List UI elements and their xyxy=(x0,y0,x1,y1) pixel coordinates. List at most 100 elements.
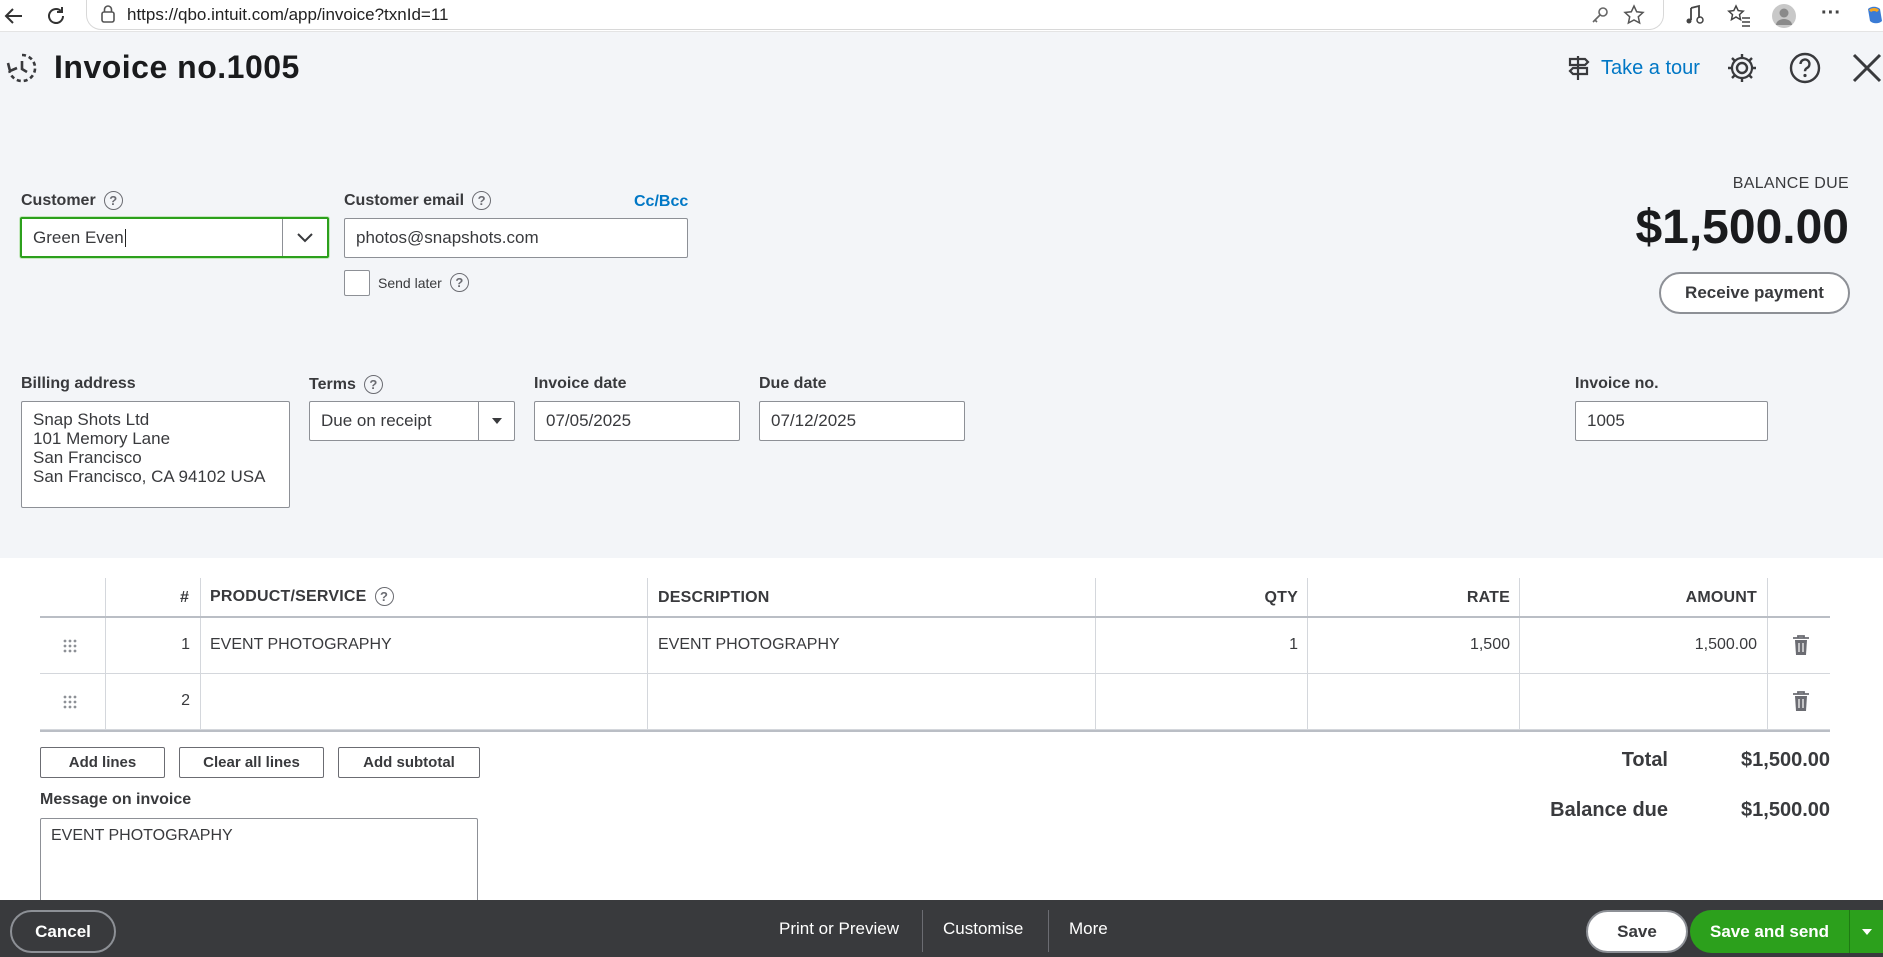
send-later-text: Send later xyxy=(378,274,442,291)
due-date-value[interactable]: 07/12/2025 xyxy=(771,411,856,431)
balance-due-label: BALANCE DUE xyxy=(1732,175,1849,192)
terms-select[interactable]: Due on receipt xyxy=(309,401,515,441)
customer-email-value[interactable]: photos@snapshots.com xyxy=(356,228,539,248)
column-header-rate: RATE xyxy=(1466,589,1510,606)
table-header: # PRODUCT/SERVICE ? DESCRIPTION QTY RATE… xyxy=(40,578,1830,618)
description-cell[interactable]: EVENT PHOTOGRAPHY xyxy=(658,636,840,654)
key-icon[interactable] xyxy=(1589,4,1611,26)
favorites-icon[interactable] xyxy=(1726,3,1752,29)
add-subtotal-button[interactable]: Add subtotal xyxy=(338,747,480,778)
due-date-label: Due date xyxy=(759,375,827,393)
cc-bcc-link[interactable]: Cc/Bcc xyxy=(634,193,688,211)
balance-due-total-value: $1,500.00 xyxy=(1741,799,1830,821)
product-cell[interactable]: EVENT PHOTOGRAPHY xyxy=(210,636,392,654)
reload-icon[interactable] xyxy=(42,2,70,30)
invoice-no-value[interactable]: 1005 xyxy=(1587,411,1625,431)
browser-toolbar: https://qbo.intuit.com/app/invoice?txnId… xyxy=(0,0,1883,32)
drag-handle-icon[interactable] xyxy=(62,694,78,710)
help-icon[interactable]: ? xyxy=(363,375,383,394)
terms-label: Terms ? xyxy=(309,375,383,394)
customer-select[interactable]: Green Even xyxy=(20,217,329,258)
profile-avatar-icon[interactable] xyxy=(1771,3,1797,29)
page-title: Invoice no.1005 xyxy=(54,49,300,85)
add-lines-button[interactable]: Add lines xyxy=(40,747,165,778)
billing-address-field[interactable]: Snap Shots Ltd 101 Memory Lane San Franc… xyxy=(21,401,290,508)
save-button[interactable]: Save xyxy=(1586,910,1688,953)
terms-label-text: Terms xyxy=(309,375,356,393)
customise-button[interactable]: Customise xyxy=(943,900,1023,957)
trash-icon[interactable] xyxy=(1792,634,1810,656)
back-arrow-icon[interactable] xyxy=(0,2,28,30)
media-icon[interactable] xyxy=(1682,3,1708,29)
take-tour-link[interactable]: Take a tour xyxy=(1565,53,1700,83)
row-number: 1 xyxy=(181,636,190,653)
footer-bar: Cancel Print or Preview Customise More S… xyxy=(0,900,1883,957)
message-value[interactable]: EVENT PHOTOGRAPHY xyxy=(51,827,233,844)
send-later-checkbox[interactable] xyxy=(344,270,370,296)
customer-input-value[interactable]: Green Even xyxy=(33,228,124,248)
message-on-invoice-label: Message on invoice xyxy=(40,791,192,808)
invoice-date-field[interactable]: 07/05/2025 xyxy=(534,401,740,441)
save-and-send-label: Save and send xyxy=(1710,921,1830,941)
customer-label-text: Customer xyxy=(21,191,96,209)
due-date-field[interactable]: 07/12/2025 xyxy=(759,401,965,441)
amount-cell[interactable]: 1,500.00 xyxy=(1519,636,1757,654)
clear-all-lines-button[interactable]: Clear all lines xyxy=(179,747,324,778)
help-icon[interactable]: ? xyxy=(374,587,394,606)
message-on-invoice-field[interactable]: EVENT PHOTOGRAPHY xyxy=(40,818,478,908)
url-text: https://qbo.intuit.com/app/invoice?txnId… xyxy=(127,5,449,24)
lock-icon[interactable] xyxy=(99,4,117,24)
invoice-date-label: Invoice date xyxy=(534,375,626,393)
copilot-icon[interactable] xyxy=(1862,3,1883,29)
customer-email-label-text: Customer email xyxy=(344,191,465,209)
column-header-number: # xyxy=(180,589,190,606)
customer-email-field[interactable]: photos@snapshots.com xyxy=(344,218,688,258)
print-preview-button[interactable]: Print or Preview xyxy=(779,900,899,957)
terms-dropdown-button[interactable] xyxy=(478,402,514,440)
help-icon[interactable]: ? xyxy=(449,273,469,292)
help-icon[interactable]: ? xyxy=(472,191,492,210)
balance-due-amount: $1,500.00 xyxy=(1635,201,1849,254)
signpost-icon xyxy=(1568,56,1590,80)
save-and-send-button[interactable]: Save and send xyxy=(1690,910,1883,953)
footer-divider xyxy=(922,910,923,952)
take-tour-label: Take a tour xyxy=(1601,56,1700,79)
close-icon[interactable] xyxy=(1850,51,1883,85)
invoice-no-field[interactable]: 1005 xyxy=(1575,401,1768,441)
save-options-dropdown[interactable] xyxy=(1849,910,1883,953)
address-line: 101 Memory Lane xyxy=(33,429,171,448)
address-bar[interactable]: https://qbo.intuit.com/app/invoice?txnId… xyxy=(86,0,1664,30)
column-header-product-text: PRODUCT/SERVICE xyxy=(210,587,367,605)
address-line: San Francisco, CA 94102 USA xyxy=(33,467,266,486)
balance-due-total-label: Balance due xyxy=(1550,799,1668,821)
chevron-down-icon xyxy=(297,232,313,242)
more-button[interactable]: More xyxy=(1069,900,1108,957)
help-icon[interactable]: ? xyxy=(103,191,123,210)
customer-email-label: Customer email ? xyxy=(344,191,492,210)
due-date-label-text: Due date xyxy=(759,375,827,392)
billing-address-label: Billing address xyxy=(21,375,136,393)
help-icon[interactable] xyxy=(1788,51,1822,85)
qty-cell[interactable]: 1 xyxy=(1095,636,1298,654)
terms-value: Due on receipt xyxy=(321,411,432,430)
table-row[interactable]: 2 xyxy=(40,674,1830,730)
caret-down-icon xyxy=(491,418,502,424)
invoice-no-label: Invoice no. xyxy=(1575,375,1659,393)
gear-icon[interactable] xyxy=(1725,51,1759,85)
total-label: Total xyxy=(1621,749,1668,771)
cancel-button[interactable]: Cancel xyxy=(10,910,116,953)
customer-label: Customer ? xyxy=(21,191,123,210)
trash-icon[interactable] xyxy=(1792,690,1810,712)
table-row[interactable]: 1 EVENT PHOTOGRAPHY EVENT PHOTOGRAPHY 1 … xyxy=(40,618,1830,674)
browser-menu-icon[interactable]: ··· xyxy=(1818,3,1844,29)
recent-history-icon[interactable] xyxy=(5,51,39,85)
receive-payment-button[interactable]: Receive payment xyxy=(1659,272,1850,314)
drag-handle-icon[interactable] xyxy=(62,638,78,654)
favorite-star-icon[interactable] xyxy=(1623,4,1645,26)
billing-address-label-text: Billing address xyxy=(21,375,136,392)
rate-cell[interactable]: 1,500 xyxy=(1307,636,1510,654)
customer-dropdown-button[interactable] xyxy=(282,219,327,256)
invoice-date-value[interactable]: 07/05/2025 xyxy=(546,411,631,431)
address-line: San Francisco xyxy=(33,448,142,467)
column-header-qty: QTY xyxy=(1264,589,1298,606)
